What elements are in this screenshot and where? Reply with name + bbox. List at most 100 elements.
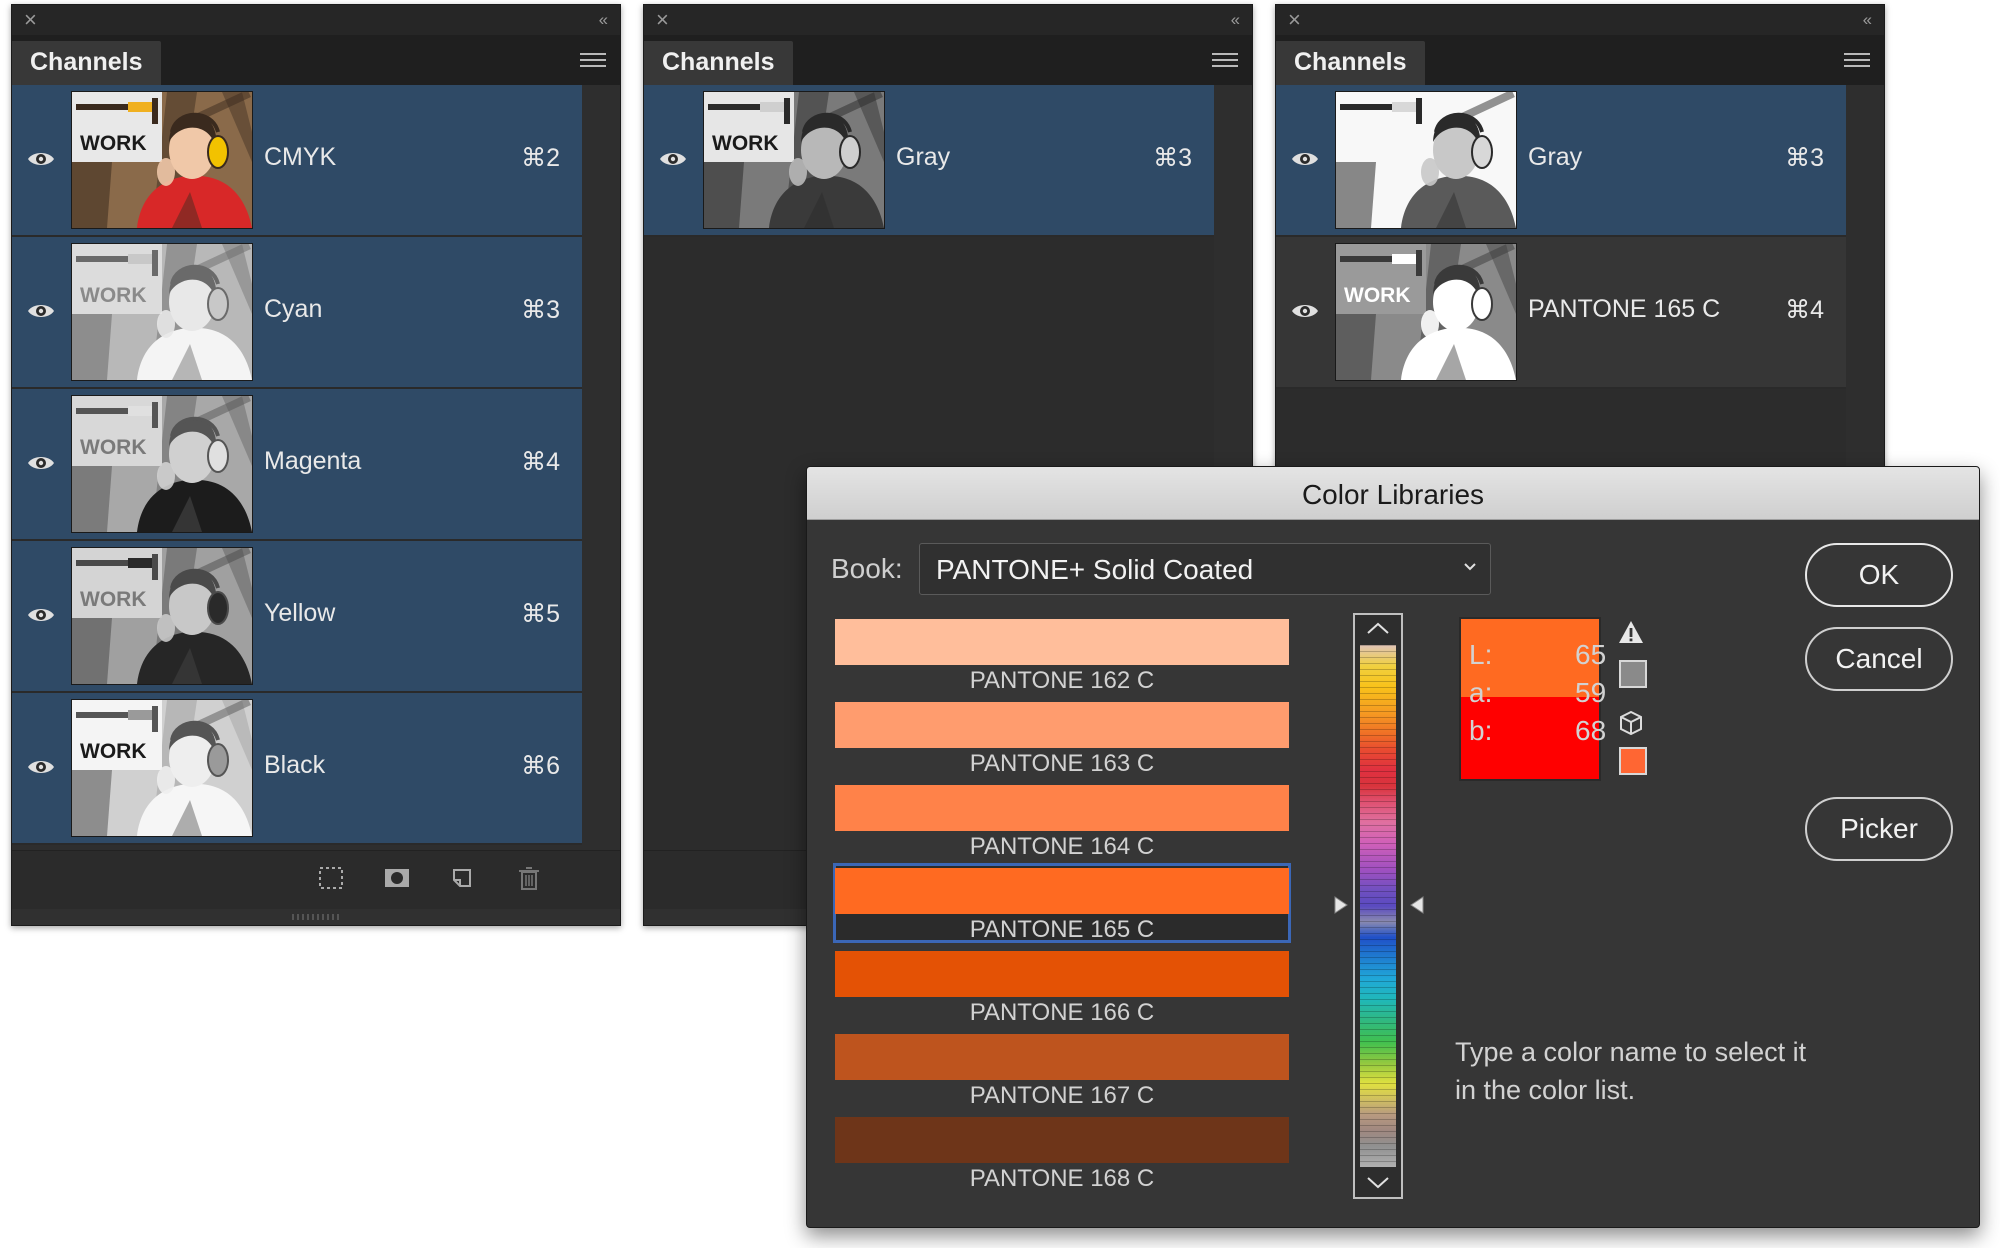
channel-row-gray[interactable]: Gray ⌘3 (1276, 85, 1846, 237)
channel-thumbnail[interactable]: WORK (71, 243, 253, 381)
channel-shortcut: ⌘2 (521, 144, 560, 172)
channel-list: WORK Gray ⌘3 (644, 85, 1214, 237)
color-spectrum-slider[interactable] (1353, 613, 1403, 1199)
visibility-eye-icon[interactable] (26, 299, 56, 323)
channel-shortcut: ⌘3 (1785, 144, 1824, 172)
save-selection-icon[interactable] (382, 863, 412, 893)
visibility-eye-icon[interactable] (26, 755, 56, 779)
panel-menu-icon[interactable] (1844, 53, 1870, 69)
panel-tabstrip: Channels (1276, 35, 1884, 85)
swatch-color[interactable] (835, 1034, 1289, 1080)
swatch-item[interactable]: PANTONE 167 C (835, 1034, 1293, 1117)
scrollbar[interactable] (1846, 85, 1884, 397)
channel-name: Gray (1528, 143, 1583, 171)
channel-row-cmyk[interactable]: WORK CMYK ⌘2 (12, 85, 582, 237)
spectrum-gradient[interactable] (1360, 645, 1396, 1167)
collapse-icon[interactable]: ‹‹ (1231, 10, 1240, 30)
tab-channels[interactable]: Channels (1276, 41, 1425, 85)
channel-list: Gray ⌘3 WORK PANTONE 165 C ⌘4 (1276, 85, 1846, 389)
swatch-color[interactable] (835, 1117, 1289, 1163)
hint-text: Type a color name to select it in the co… (1455, 1037, 1807, 1105)
channel-thumbnail[interactable]: WORK (703, 91, 885, 229)
load-selection-icon[interactable] (316, 863, 346, 893)
channels-panel-spot: × ‹‹ Channels Gray ⌘3 WORK PANTONE 165 C ⌘4 (1275, 4, 1885, 471)
visibility-eye-icon[interactable] (1290, 147, 1320, 171)
channel-thumbnail[interactable]: WORK (71, 395, 253, 533)
swatch-color[interactable] (835, 619, 1289, 665)
scrollbar[interactable] (582, 85, 620, 851)
channel-row-pantone-165-c[interactable]: WORK PANTONE 165 C ⌘4 (1276, 237, 1846, 389)
visibility-eye-icon[interactable] (26, 147, 56, 171)
swatch-item[interactable]: PANTONE 168 C (835, 1117, 1293, 1200)
swatch-color[interactable] (835, 951, 1289, 997)
panel-tabstrip: Channels (12, 35, 620, 85)
color-libraries-dialog: Color Libraries Book: PANTONE+ Solid Coa… (806, 466, 1980, 1228)
tab-channels[interactable]: Channels (12, 41, 161, 85)
channel-row-gray[interactable]: WORK Gray ⌘3 (644, 85, 1214, 237)
channel-thumbnail[interactable]: WORK (1335, 243, 1517, 381)
panel-menu-icon[interactable] (1212, 53, 1238, 69)
lab-value: 65 (1575, 639, 1607, 670)
visibility-eye-icon[interactable] (1290, 299, 1320, 323)
channel-shortcut: ⌘4 (521, 448, 560, 476)
channel-thumbnail[interactable]: WORK (71, 699, 253, 837)
svg-text:WORK: WORK (80, 740, 147, 763)
gamut-correction-swatch[interactable] (1619, 660, 1647, 688)
channel-shortcut: ⌘6 (521, 752, 560, 780)
resize-grip[interactable] (12, 909, 620, 925)
swatch-name: PANTONE 162 C (969, 667, 1155, 694)
out-of-gamut-warning-icon[interactable] (1617, 619, 1645, 645)
swatch-name: PANTONE 164 C (969, 833, 1155, 860)
channel-row-black[interactable]: WORK Black ⌘6 (12, 693, 582, 845)
swatch-item[interactable]: PANTONE 166 C (835, 951, 1293, 1034)
close-icon[interactable]: × (656, 9, 669, 31)
tab-channels[interactable]: Channels (644, 41, 793, 85)
swatch-item[interactable]: PANTONE 162 C (835, 619, 1293, 702)
chevron-up-icon[interactable] (1355, 615, 1401, 643)
visibility-eye-icon[interactable] (658, 147, 688, 171)
channel-name: PANTONE 165 C (1528, 295, 1721, 323)
collapse-icon[interactable]: ‹‹ (1863, 10, 1872, 30)
swatch-color[interactable] (835, 702, 1289, 748)
swatch-name: PANTONE 163 C (969, 750, 1155, 777)
collapse-icon[interactable]: ‹‹ (599, 10, 608, 30)
trash-icon[interactable] (514, 863, 544, 893)
picker-button[interactable]: Picker (1805, 797, 1953, 861)
web-safe-cube-icon[interactable] (1617, 709, 1645, 737)
swatch-color[interactable] (835, 868, 1289, 914)
channel-thumbnail[interactable]: WORK (71, 547, 253, 685)
swatch-name: PANTONE 167 C (969, 1082, 1155, 1109)
book-select[interactable]: PANTONE+ Solid Coated (919, 543, 1491, 595)
new-channel-icon[interactable] (448, 863, 478, 893)
channel-thumbnail[interactable]: WORK (71, 91, 253, 229)
channel-shortcut: ⌘5 (521, 600, 560, 628)
channel-row-cyan[interactable]: WORK Cyan ⌘3 (12, 237, 582, 389)
channel-name: CMYK (264, 143, 337, 171)
ok-button[interactable]: OK (1805, 543, 1953, 607)
swatch-color[interactable] (835, 785, 1289, 831)
swatch-item[interactable]: PANTONE 165 C (833, 863, 1293, 951)
channel-row-yellow[interactable]: WORK Yellow ⌘5 (12, 541, 582, 693)
channel-thumbnail[interactable] (1335, 91, 1517, 229)
cancel-button[interactable]: Cancel (1805, 627, 1953, 691)
channel-row-magenta[interactable]: WORK Magenta ⌘4 (12, 389, 582, 541)
chevron-down-icon[interactable] (1355, 1169, 1401, 1197)
swatch-item[interactable]: PANTONE 163 C (835, 702, 1293, 785)
panel-menu-icon[interactable] (580, 53, 606, 69)
lab-label: a: (1469, 677, 1493, 708)
lab-label: b: (1469, 715, 1493, 746)
web-safe-swatch[interactable] (1619, 747, 1647, 775)
channel-name: Magenta (264, 447, 362, 475)
swatch-name: PANTONE 166 C (969, 999, 1155, 1026)
close-icon[interactable]: × (1288, 9, 1301, 31)
swatch-name: PANTONE 165 C (969, 916, 1155, 943)
svg-text:WORK: WORK (1344, 284, 1411, 307)
visibility-eye-icon[interactable] (26, 451, 56, 475)
panel-titlebar: × ‹‹ (12, 5, 620, 35)
swatch-item[interactable]: PANTONE 164 C (835, 785, 1293, 868)
lab-label: L: (1469, 639, 1493, 670)
spectrum-marker-left-icon (1334, 896, 1348, 914)
visibility-eye-icon[interactable] (26, 603, 56, 627)
channel-shortcut: ⌘3 (1153, 144, 1192, 172)
close-icon[interactable]: × (24, 9, 37, 31)
